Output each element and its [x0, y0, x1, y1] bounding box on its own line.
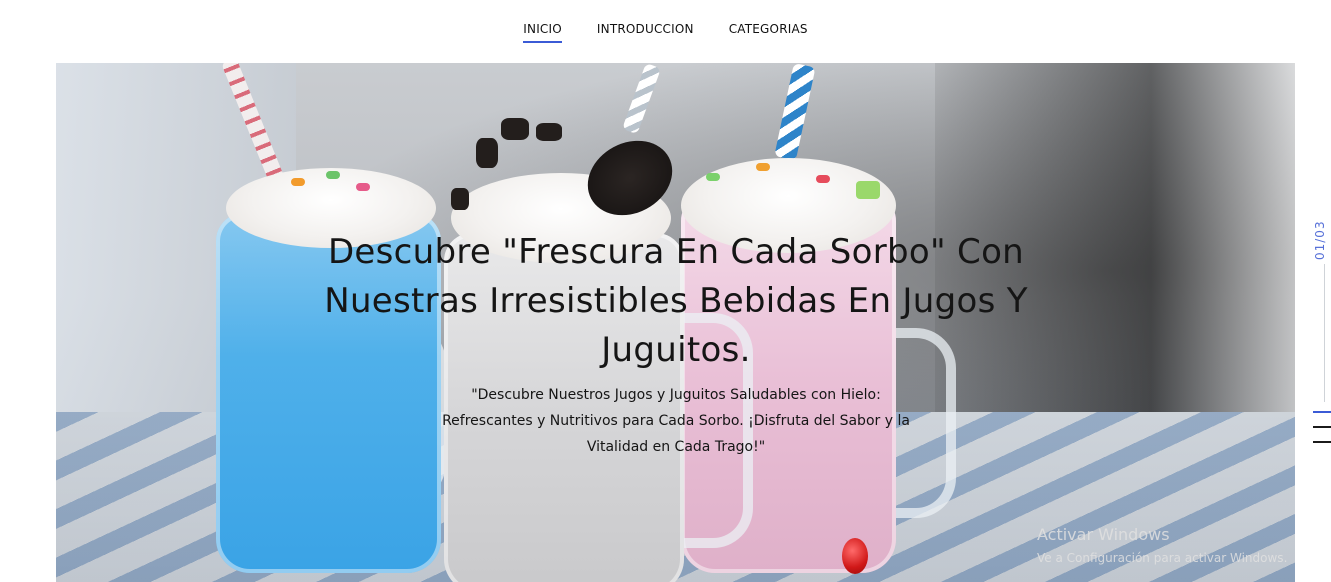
- top-navigation: INICIO INTRODUCCION CATEGORIAS: [0, 0, 1331, 63]
- page: INICIO INTRODUCCION CATEGORIAS Descubre …: [0, 0, 1331, 582]
- hero-slide: Descubre "Frescura En Cada Sorbo" Con Nu…: [56, 63, 1295, 582]
- nav-link-categorias[interactable]: CATEGORIAS: [729, 21, 808, 37]
- red-candy: [842, 538, 868, 574]
- blue-striped-straw: [774, 63, 816, 161]
- sprinkle: [706, 173, 720, 181]
- slide-progress-line: [1324, 264, 1325, 402]
- nav-link-introduccion[interactable]: INTRODUCCION: [597, 21, 694, 37]
- hero-title: Descubre "Frescura En Cada Sorbo" Con Nu…: [324, 232, 1028, 370]
- cookie-crumb: [451, 188, 469, 210]
- nav-link-inicio[interactable]: INICIO: [523, 21, 562, 43]
- cookie-crumb: [476, 138, 498, 168]
- sprinkle: [816, 175, 830, 183]
- cookie-crumb: [501, 118, 529, 140]
- slide-dot-2[interactable]: [1313, 426, 1331, 428]
- slide-counter: 01/03: [1313, 220, 1327, 260]
- sprinkle: [856, 181, 880, 199]
- grey-striped-straw: [622, 63, 662, 135]
- sprinkle: [291, 178, 305, 186]
- sprinkle: [326, 171, 340, 179]
- sprinkle: [756, 163, 770, 171]
- slide-dot-3[interactable]: [1313, 441, 1331, 443]
- cookie-crumb: [536, 123, 562, 141]
- hero-subtitle: "Descubre Nuestros Jugos y Juguitos Salu…: [442, 387, 910, 455]
- sprinkle: [356, 183, 370, 191]
- slide-dot-1[interactable]: [1313, 411, 1331, 413]
